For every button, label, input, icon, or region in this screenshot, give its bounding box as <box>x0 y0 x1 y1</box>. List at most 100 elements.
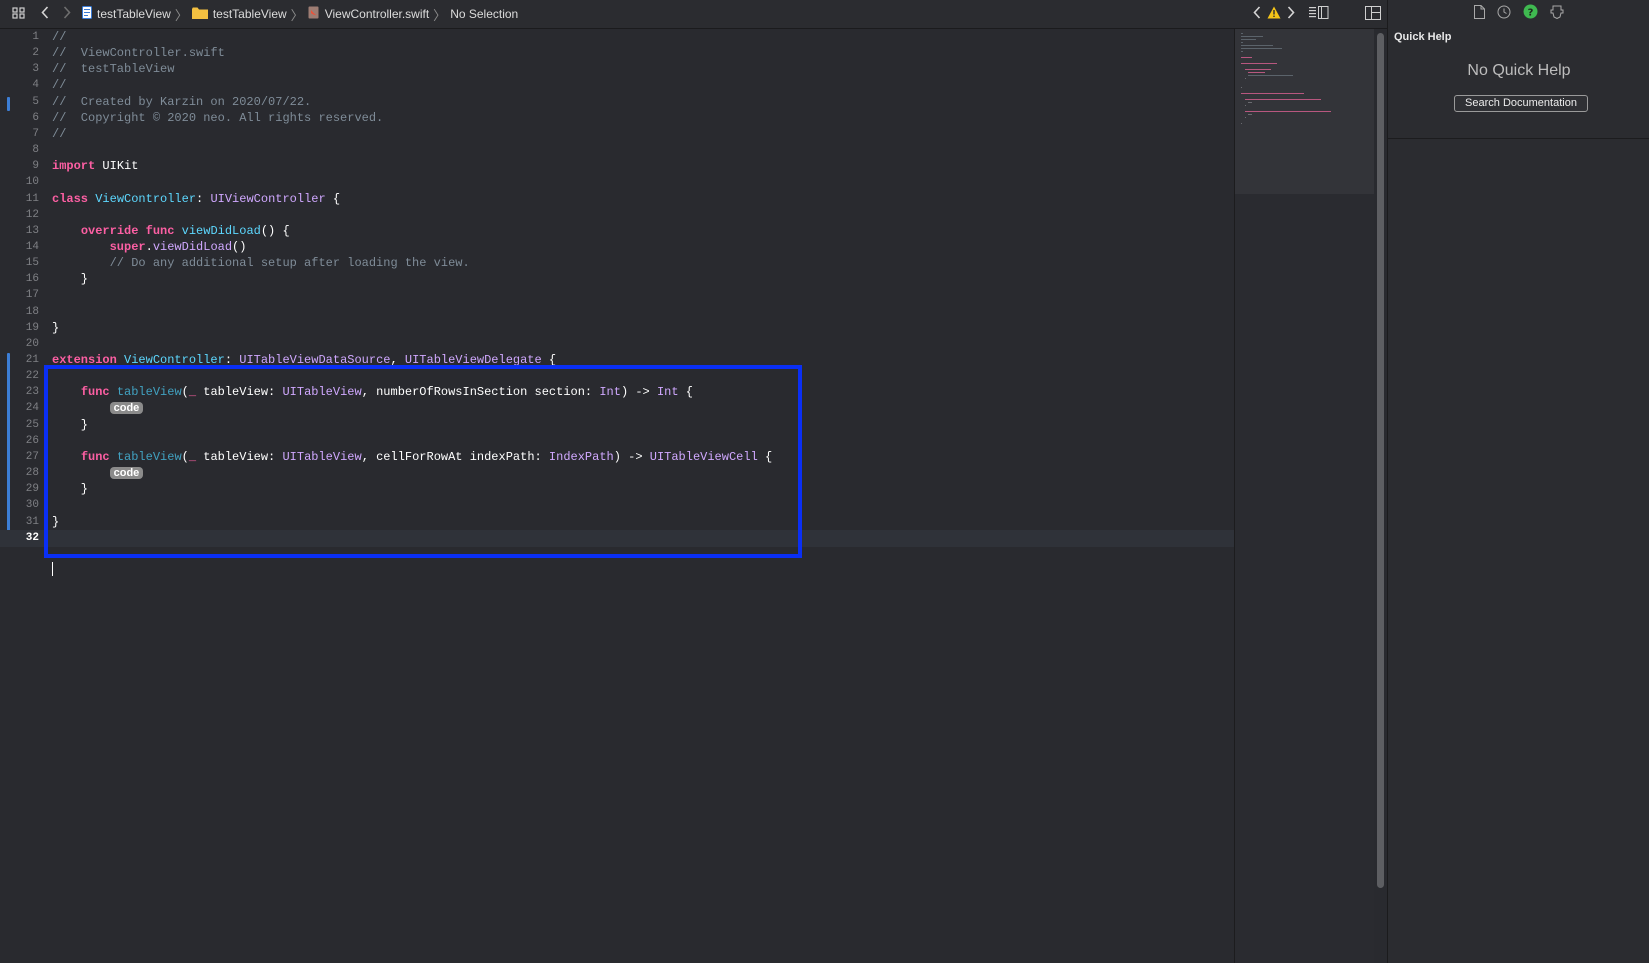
line-number: 26 <box>25 434 39 447</box>
chevron-left-icon <box>41 6 49 22</box>
code-line[interactable]: 19} <box>0 320 1234 337</box>
code-text: // testTableView <box>52 62 175 77</box>
code-text: // Created by Karzin on 2020/07/22. <box>52 94 312 109</box>
no-quick-help-message: No Quick Help <box>1467 62 1571 79</box>
project-icon <box>82 6 92 22</box>
line-number: 11 <box>25 192 39 205</box>
line-number: 5 <box>32 95 39 108</box>
line-number: 24 <box>25 402 39 415</box>
minimap-line <box>1241 51 1243 52</box>
forward-button[interactable] <box>56 0 78 28</box>
code-line[interactable]: 20 <box>0 336 1234 353</box>
code-line[interactable]: 4 // <box>0 77 1234 94</box>
minimap-line <box>1241 45 1274 46</box>
line-number: 13 <box>25 224 39 237</box>
breadcrumb-file[interactable]: ViewController.swift <box>325 7 429 21</box>
minimap-line <box>1241 87 1242 88</box>
minimap-line <box>1241 57 1252 58</box>
line-number: 27 <box>25 450 39 463</box>
line-number: 10 <box>25 176 39 189</box>
line-number: 23 <box>25 386 39 399</box>
breadcrumb-selection[interactable]: No Selection <box>450 7 518 21</box>
line-number: 2 <box>32 47 39 60</box>
minimap-line <box>1248 72 1266 73</box>
code-line[interactable]: 11 class ViewController: UIViewController… <box>0 191 1234 208</box>
code-text: } <box>52 320 60 335</box>
code-line[interactable]: 9 import UIKit <box>0 158 1234 175</box>
line-number: 1 <box>32 31 39 43</box>
issue-navigator-controls <box>1253 0 1329 28</box>
code-line[interactable]: 16 } <box>0 271 1234 288</box>
line-number: 18 <box>25 305 39 318</box>
grid-icon <box>12 6 26 22</box>
breadcrumb-group[interactable]: testTableView <box>213 7 287 21</box>
line-number: 8 <box>32 144 39 157</box>
line-number: 22 <box>25 370 39 383</box>
code-line[interactable]: 14 super.viewDidLoad() <box>0 239 1234 256</box>
code-text: // <box>52 126 67 141</box>
code-text: super.viewDidLoad() <box>109 239 247 254</box>
code-line[interactable]: 8 <box>0 142 1234 159</box>
code-text: class ViewController: UIViewController { <box>52 191 341 206</box>
minimap-line <box>1241 63 1277 64</box>
line-number: 12 <box>25 208 39 221</box>
line-number: 31 <box>25 515 39 528</box>
line-number: 25 <box>25 418 39 431</box>
breadcrumb-separator: 〉 <box>433 7 447 23</box>
line-number: 6 <box>32 111 39 124</box>
code-text: import UIKit <box>52 159 139 174</box>
breadcrumb-separator: 〉 <box>174 7 188 23</box>
code-line[interactable]: 18 <box>0 304 1234 321</box>
code-line[interactable]: 7 // <box>0 126 1234 143</box>
code-line[interactable]: 5 // Created by Karzin on 2020/07/22. <box>0 94 1234 111</box>
swift-file-icon <box>308 6 319 22</box>
minimap-line <box>1241 123 1242 124</box>
editor-options-icon[interactable] <box>1309 6 1329 22</box>
extension-highlight-box <box>44 365 802 558</box>
minimap-line <box>1248 102 1252 103</box>
code-line[interactable]: 15 // Do any additional setup after load… <box>0 255 1234 272</box>
code-text: override func viewDidLoad() { <box>80 223 290 238</box>
question-icon[interactable]: ? <box>1523 4 1538 24</box>
vertical-scrollbar[interactable] <box>1374 29 1387 963</box>
shield-icon[interactable] <box>1550 5 1564 24</box>
minimap-line <box>1248 75 1294 76</box>
line-number: 29 <box>25 483 39 496</box>
back-button[interactable] <box>34 0 56 28</box>
breadcrumb: testTableView 〉 testTableView 〉 ViewCont… <box>82 5 518 24</box>
code-text: // <box>52 78 67 93</box>
minimap-line <box>1244 69 1271 70</box>
code-line[interactable]: 17 <box>0 287 1234 304</box>
source-editor[interactable]: 1 // 2 // ViewController.swift 3 // testTable… <box>0 29 1234 963</box>
add-editor-button[interactable] <box>1365 0 1381 28</box>
line-number: 28 <box>25 467 39 480</box>
code-line[interactable]: 1 // <box>0 29 1234 46</box>
code-line[interactable]: 13 override func viewDidLoad() { <box>0 223 1234 240</box>
code-line[interactable]: 3 // testTableView <box>0 61 1234 78</box>
code-line[interactable]: 2 // ViewController.swift <box>0 45 1234 62</box>
code-line[interactable]: 6 // Copyright © 2020 neo. All rights res… <box>0 110 1234 127</box>
line-number: 4 <box>32 79 39 92</box>
clock-icon[interactable] <box>1497 5 1511 24</box>
minimap[interactable] <box>1234 29 1375 963</box>
file-icon[interactable] <box>1474 4 1485 24</box>
warning-triangle-icon[interactable] <box>1267 6 1281 22</box>
split-editor-icon <box>1365 5 1381 23</box>
next-issue-button[interactable] <box>1287 6 1295 22</box>
scrollbar-thumb[interactable] <box>1377 33 1384 888</box>
code-text: // <box>52 30 67 44</box>
line-number: 19 <box>25 321 39 334</box>
code-text: } <box>52 272 89 287</box>
minimap-line <box>1244 105 1246 106</box>
line-number: 16 <box>25 273 39 286</box>
related-items-button[interactable] <box>4 0 34 28</box>
code-line[interactable]: 10 <box>0 174 1234 191</box>
code-line[interactable]: 12 <box>0 207 1234 224</box>
previous-issue-button[interactable] <box>1253 6 1261 22</box>
quick-help-title: Quick Help <box>1394 31 1452 43</box>
search-documentation-button[interactable]: Search Documentation <box>1454 95 1588 112</box>
breadcrumb-project[interactable]: testTableView <box>97 7 171 21</box>
line-number: 30 <box>25 499 39 512</box>
text-cursor <box>52 562 53 576</box>
minimap-line <box>1248 114 1252 115</box>
